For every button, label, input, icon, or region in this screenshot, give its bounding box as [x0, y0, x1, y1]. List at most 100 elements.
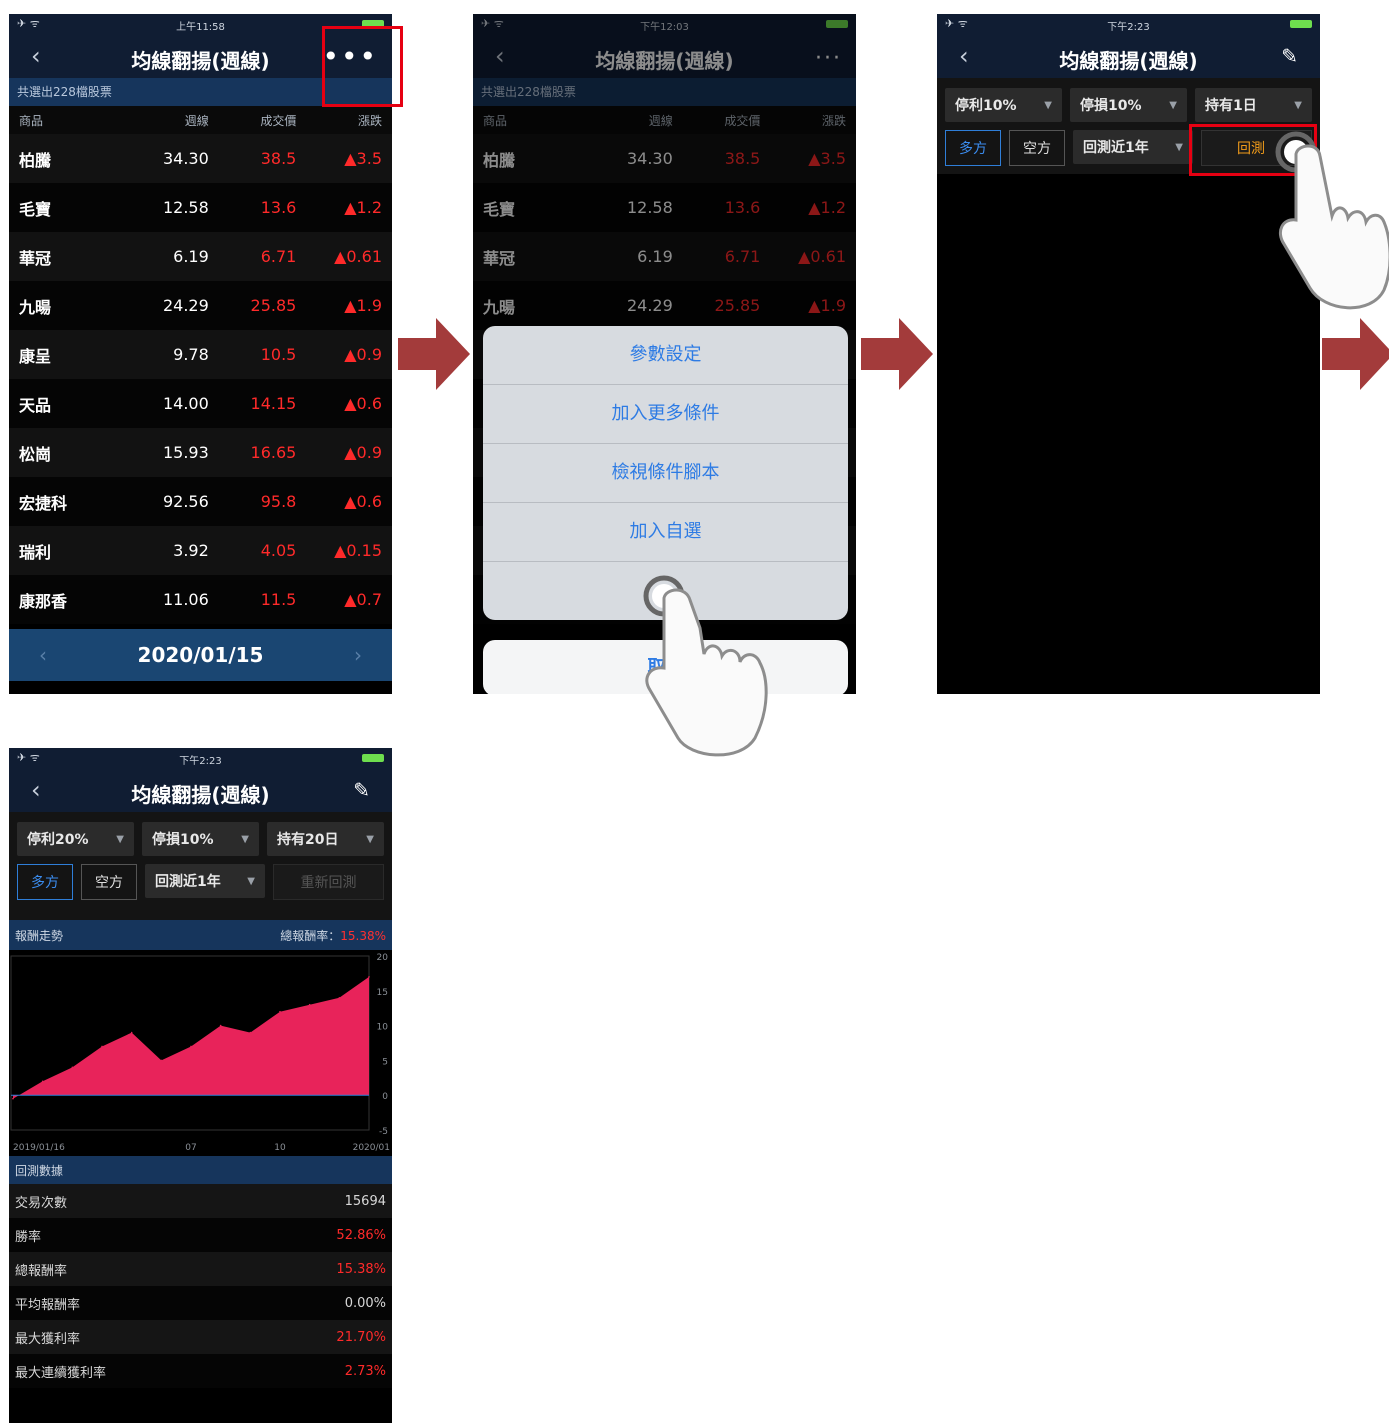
data-point — [160, 1059, 163, 1062]
short-button[interactable]: 空方 — [1009, 130, 1065, 166]
table-row[interactable]: 康那香 11.06 11.5 ▲0.7 — [9, 575, 392, 624]
take-profit-dropdown[interactable]: 停利20% ▼ — [17, 822, 134, 856]
stat-value: 15694 — [344, 1193, 386, 1209]
tap-hand-icon — [643, 575, 768, 757]
table-row[interactable]: 松崗 15.93 16.65 ▲0.9 — [9, 428, 392, 477]
stock-name: 康呈 — [19, 346, 52, 366]
date-bar: ‹ 2020/01/15 › — [9, 629, 392, 681]
stat-value: 0.00% — [344, 1295, 386, 1311]
col-header-change: 漲跌 — [357, 113, 382, 128]
table-row[interactable]: 宏捷科 92.56 95.8 ▲0.6 — [9, 477, 392, 526]
stock-price: 14.15 — [250, 394, 297, 413]
stop-loss-dropdown[interactable]: 停損10% ▼ — [142, 822, 259, 856]
edit-pencil-icon[interactable]: ✎ — [353, 778, 370, 802]
stock-price: 11.5 — [260, 590, 297, 609]
chevron-down-icon: ▼ — [247, 875, 255, 887]
nav-bar: ‹ 均線翻揚(週線) ✎ — [937, 34, 1320, 78]
page-title: 均線翻揚(週線) — [131, 783, 270, 807]
stock-ma: 15.93 — [162, 443, 209, 462]
stock-ma: 12.58 — [162, 198, 209, 217]
edit-pencil-icon[interactable]: ✎ — [1281, 44, 1298, 68]
trend-header: 報酬走勢 總報酬率：15.38% — [9, 920, 392, 950]
menu-item-params[interactable]: 參數設定 — [483, 326, 848, 385]
stat-value: 52.86% — [336, 1227, 386, 1243]
stock-change: ▲1.2 — [344, 198, 382, 217]
chevron-down-icon: ▼ — [116, 833, 124, 845]
col-header-ma: 週線 — [184, 113, 209, 128]
table-header: 商品 週線 成交價 漲跌 — [9, 106, 392, 134]
next-date-button[interactable]: › — [354, 643, 362, 667]
menu-item-add-watchlist[interactable]: 加入自選 — [483, 503, 848, 562]
stock-change: ▲0.6 — [344, 492, 382, 511]
table-row[interactable]: 柏騰 34.30 38.5 ▲3.5 — [9, 134, 392, 183]
data-point — [308, 1003, 311, 1006]
stock-name: 宏捷科 — [19, 493, 68, 513]
range-dropdown[interactable]: 回測近1年 ▼ — [145, 864, 265, 898]
table-row[interactable]: 康呈 9.78 10.5 ▲0.9 — [9, 330, 392, 379]
spacer — [9, 908, 392, 920]
stock-ma: 11.06 — [162, 590, 209, 609]
stat-row: 最大獲利率 21.70% — [9, 1320, 392, 1354]
stock-change: ▲0.9 — [344, 345, 382, 364]
stop-loss-dropdown[interactable]: 停損10% ▼ — [1070, 88, 1187, 122]
data-point — [249, 1031, 252, 1034]
table-row[interactable]: 天品 14.00 14.15 ▲0.6 — [9, 379, 392, 428]
stock-ma: 9.78 — [173, 345, 209, 364]
stock-ma: 34.30 — [162, 149, 209, 168]
chevron-down-icon: ▼ — [1044, 99, 1052, 111]
screen-backtest-results: ✈ ᯤ 下午2:23 ‹ 均線翻揚(週線) ✎ 停利20% ▼ 停損10% ▼ 持有… — [9, 748, 392, 1423]
range-dropdown[interactable]: 回測近1年 ▼ — [1073, 130, 1193, 164]
stat-label: 最大獲利率 — [15, 1331, 81, 1347]
data-point — [41, 1080, 44, 1083]
take-profit-dropdown[interactable]: 停利10% ▼ — [945, 88, 1062, 122]
stock-name: 天品 — [19, 395, 52, 415]
rerun-button[interactable]: 重新回測 — [273, 864, 384, 900]
menu-item-view-script[interactable]: 檢視條件腳本 — [483, 444, 848, 503]
long-button[interactable]: 多方 — [17, 864, 73, 900]
hold-days-value: 持有20日 — [277, 832, 339, 848]
x-tick-label: 07 — [185, 1143, 196, 1153]
take-profit-value: 停利20% — [27, 832, 89, 848]
stock-price: 25.85 — [250, 296, 297, 315]
y-tick-label: -5 — [379, 1127, 388, 1137]
tap-hand-icon — [1275, 131, 1389, 310]
table-row[interactable]: 九暘 24.29 25.85 ▲1.9 — [9, 281, 392, 330]
stock-change: ▲0.61 — [334, 247, 382, 266]
data-point — [279, 1010, 281, 1013]
stat-row: 交易次數 15694 — [9, 1184, 392, 1218]
stock-table: 柏騰 34.30 38.5 ▲3.5 毛寶 12.58 13.6 ▲1.2 華冠 6.19 6.71… — [9, 134, 392, 624]
prev-date-button[interactable]: ‹ — [39, 643, 47, 667]
table-row[interactable]: 華冠 6.19 6.71 ▲0.61 — [9, 232, 392, 281]
hold-days-dropdown[interactable]: 持有20日 ▼ — [267, 822, 384, 856]
long-button[interactable]: 多方 — [945, 130, 1001, 166]
current-date: 2020/01/15 — [137, 643, 264, 667]
battery-icon — [362, 754, 384, 762]
take-profit-value: 停利10% — [955, 98, 1017, 114]
stock-ma: 92.56 — [162, 492, 209, 511]
table-row[interactable]: 瑞利 3.92 4.05 ▲0.15 — [9, 526, 392, 575]
stat-label: 平均報酬率 — [15, 1297, 81, 1313]
stats-table: 交易次數 15694 勝率 52.86% 總報酬率 15.38% 平均報酬率 0.00% 最大獲… — [9, 1184, 392, 1388]
stat-label: 交易次數 — [15, 1195, 68, 1211]
stock-price: 16.65 — [250, 443, 297, 462]
battery-icon — [1290, 20, 1312, 28]
short-button[interactable]: 空方 — [81, 864, 137, 900]
page-title: 均線翻揚(週線) — [1059, 49, 1198, 73]
stock-ma: 6.19 — [173, 247, 209, 266]
range-value: 回測近1年 — [155, 874, 221, 890]
x-tick-label: 2020/01 — [353, 1143, 390, 1153]
stop-loss-value: 停損10% — [152, 832, 214, 848]
col-header-name: 商品 — [19, 113, 44, 128]
data-point — [338, 996, 341, 999]
chevron-down-icon: ▼ — [1169, 99, 1177, 111]
hold-days-dropdown[interactable]: 持有1日 ▼ — [1195, 88, 1312, 122]
menu-item-add-conditions[interactable]: 加入更多條件 — [483, 385, 848, 444]
arrow-right-icon — [398, 318, 470, 390]
stock-change: ▲0.15 — [334, 541, 382, 560]
y-tick-label: 20 — [377, 953, 389, 963]
stop-loss-value: 停損10% — [1080, 98, 1142, 114]
backtest-controls: 停利20% ▼ 停損10% ▼ 持有20日 ▼ 多方 空方 回測近1年 ▼ 重新回測 — [9, 812, 392, 908]
table-row[interactable]: 毛寶 12.58 13.6 ▲1.2 — [9, 183, 392, 232]
status-time: 下午2:23 — [179, 756, 222, 767]
stock-price: 10.5 — [260, 345, 297, 364]
